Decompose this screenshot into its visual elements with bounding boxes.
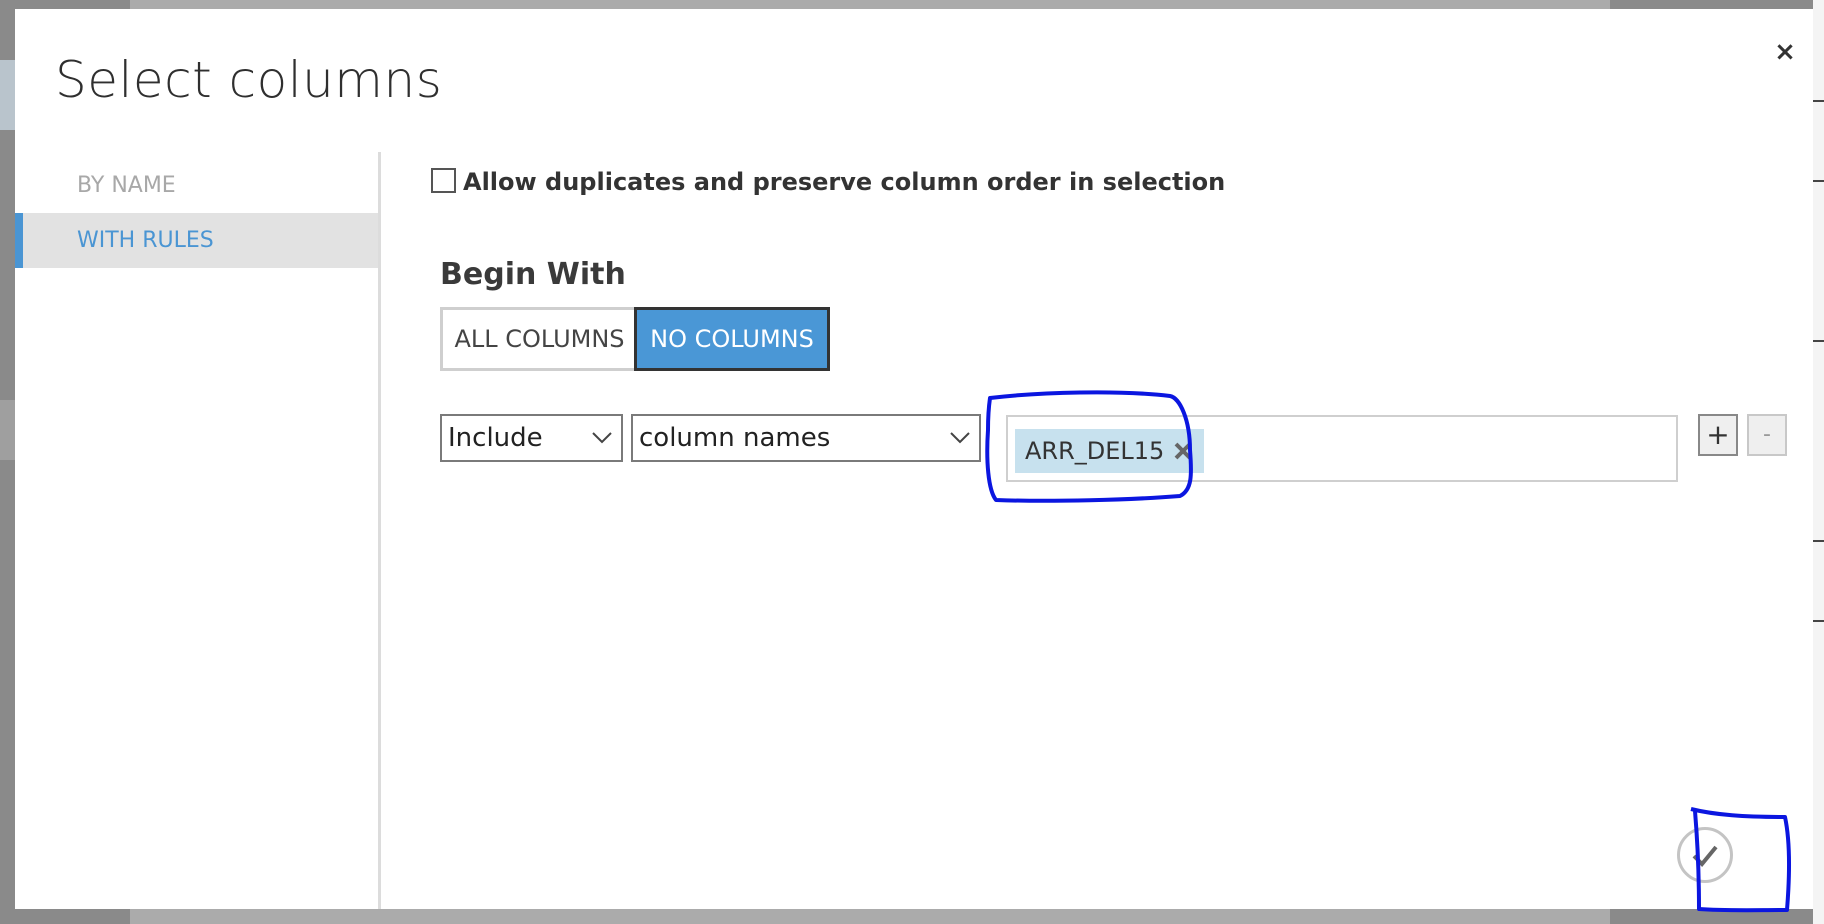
allow-duplicates-checkbox[interactable]	[431, 168, 456, 193]
all-columns-button[interactable]: ALL COLUMNS	[440, 307, 636, 371]
select-columns-dialog: Select columns × BY NAME WITH RULES Allo…	[15, 9, 1813, 909]
background-left-panel	[0, 60, 15, 130]
no-columns-button[interactable]: NO COLUMNS	[634, 307, 830, 371]
remove-rule-button[interactable]: -	[1747, 414, 1787, 456]
background-panel-bottom	[130, 909, 1610, 924]
ok-button[interactable]	[1677, 827, 1733, 883]
checkmark-icon	[1692, 845, 1718, 867]
sidebar: BY NAME WITH RULES	[15, 152, 378, 909]
close-button[interactable]: ×	[1770, 37, 1800, 67]
begin-with-label: Begin With	[440, 257, 626, 292]
add-rule-button[interactable]: +	[1698, 414, 1738, 456]
column-tag-label: ARR_DEL15	[1025, 437, 1165, 465]
remove-tag-icon[interactable]	[1172, 440, 1194, 462]
column-tag: ARR_DEL15	[1015, 429, 1205, 473]
chevron-down-icon	[592, 432, 612, 444]
background-left-panel-2	[0, 400, 15, 460]
rules-panel: Allow duplicates and preserve column ord…	[381, 152, 1813, 909]
dialog-title: Select columns	[55, 51, 443, 109]
rule-type-value: column names	[639, 423, 831, 453]
background-panel-top	[130, 0, 1610, 9]
chevron-down-icon	[950, 432, 970, 444]
rule-type-select[interactable]: column names	[631, 414, 981, 462]
tab-by-name[interactable]: BY NAME	[15, 158, 378, 213]
allow-duplicates-label: Allow duplicates and preserve column ord…	[463, 168, 1226, 196]
tab-with-rules[interactable]: WITH RULES	[15, 213, 378, 268]
include-mode-value: Include	[448, 423, 543, 453]
column-names-input[interactable]: ARR_DEL15	[1006, 415, 1678, 482]
background-right-panel	[1813, 0, 1824, 924]
include-mode-select[interactable]: Include	[440, 414, 623, 462]
